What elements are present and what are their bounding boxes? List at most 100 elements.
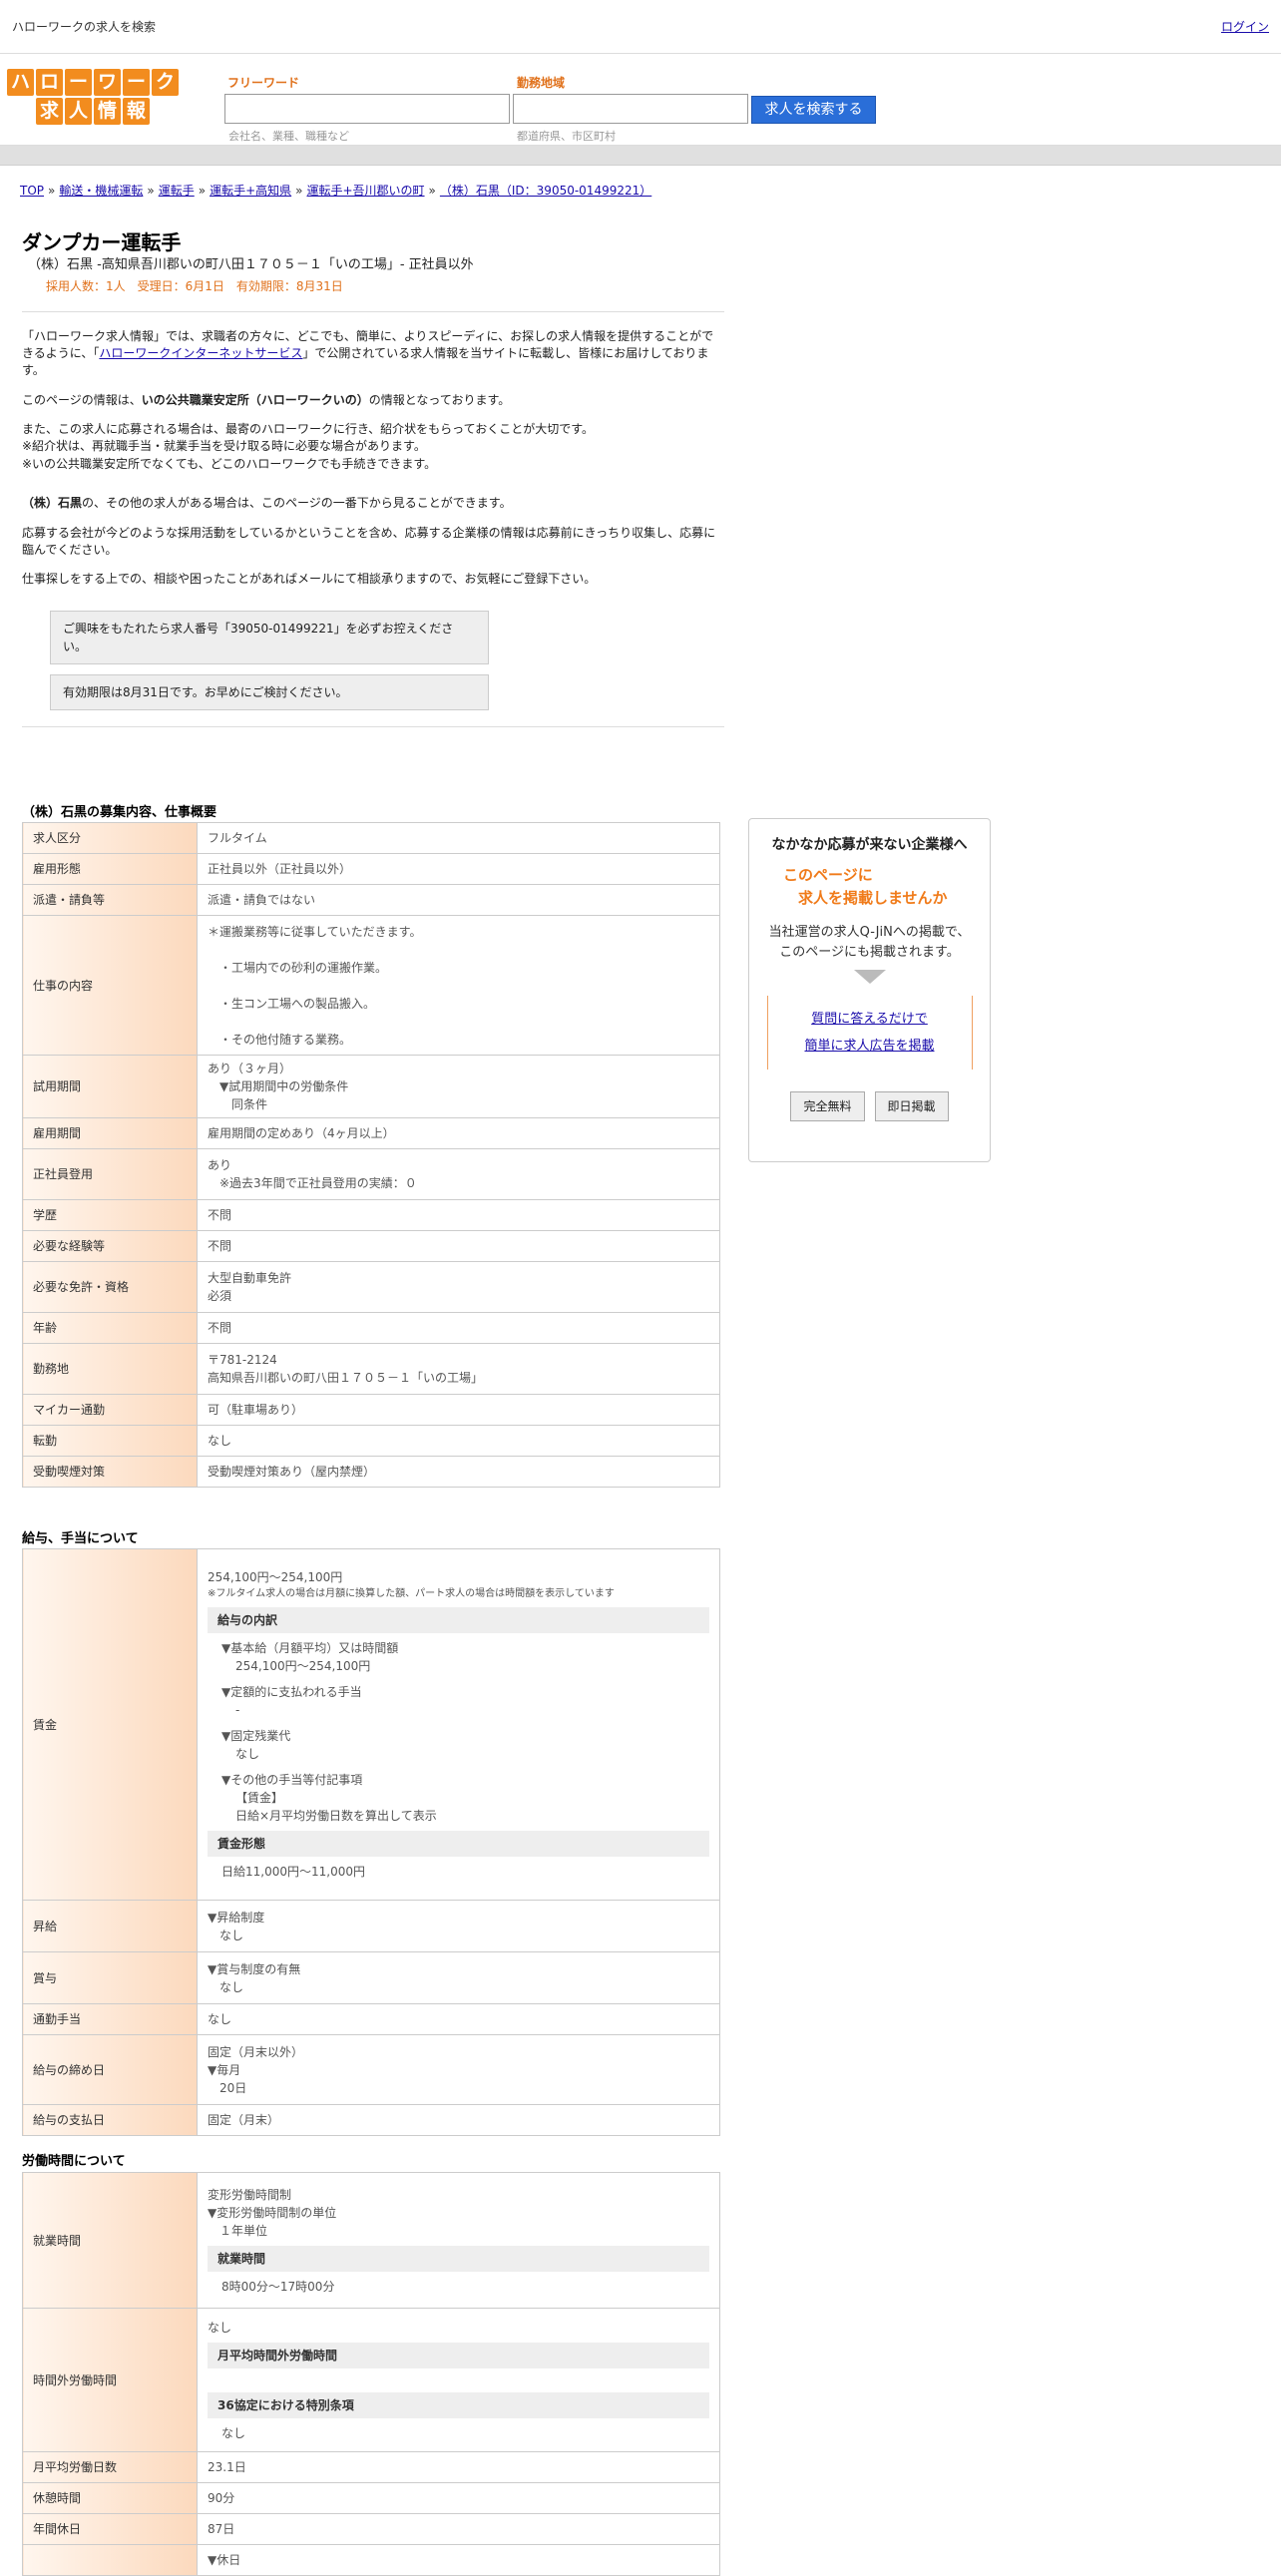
logo-char: ー [65,69,92,96]
notice-box-id: ご興味をもたれたら求人番号「39050-01499221」を必ずお控えください。 [50,610,489,664]
search-header: ハローワーク 求人情報 フリーワード 会社名、業種、職種など 勤務地域 都道府県… [0,54,1281,146]
table-row: 転勤 なし [22,1425,720,1457]
row-key: 派遣・請負等 [22,884,198,916]
free-button[interactable]: 完全無料 [790,1091,865,1121]
row-value: 90分 [197,2482,720,2514]
row-value: ▼昇給制度 なし [197,1900,720,1952]
intro-p6: 仕事探しをする上での、相談や困ったことがあればメールにて相談承りますので、お気軽… [22,572,597,587]
same-day-button[interactable]: 即日掲載 [874,1091,949,1121]
breadcrumb-link[interactable]: TOP [20,184,44,198]
sidebar-cta[interactable]: 質問に答えるだけで 簡単に求人広告を掲載 [766,996,973,1070]
logo-char: ワ [94,69,121,96]
row-value: 固定（月末以外） ▼毎月 20日 [197,2034,720,2105]
row-value: 不問 [197,1199,720,1231]
table-row: 給与の支払日 固定（月末） [22,2104,720,2136]
area-input[interactable] [513,94,748,124]
free-word-placeholder: 会社名、業種、職種など [228,130,349,143]
logo-char: 情 [94,98,121,125]
login-link[interactable]: ログイン [1221,18,1269,36]
sidebar-desc: 当社運営の求人Q-JiNへの掲載で、 このページにも掲載されます。 [768,925,971,960]
intro-p3: また、この求人に応募される場合は、最寄のハローワークに行き、紹介状をもらっておく… [22,422,595,471]
row-key: 必要な免許・資格 [22,1261,198,1313]
row-value: 大型自動車免許 必須 [197,1261,720,1313]
hours-table: 就業時間 変形労働時間制 ▼変形労働時間制の単位 １年単位 就業時間 8時00分… [22,2172,720,2576]
free-word-input[interactable] [224,94,510,124]
logo-char: ー [123,69,150,96]
table-row: 学歴 不問 [22,1199,720,1231]
row-key: 勤務地 [22,1343,198,1395]
area-label: 勤務地域 [517,76,566,90]
table-row: 必要な経験等 不問 [22,1230,720,1262]
work-hours-key: 就業時間 [22,2172,198,2309]
table-row: 派遣・請負等 派遣・請負ではない [22,884,720,916]
row-key: 年間休日 [22,2513,198,2545]
table-row: 雇用期間 雇用期間の定めあり（4ヶ月以上） [22,1117,720,1149]
advertise-sidebar: なかなか応募が来ない企業様へ このページに 求人を掲載しませんか 当社運営の求人… [748,818,991,1162]
table-row: 給与の締め日 固定（月末以外） ▼毎月 20日 [22,2034,720,2105]
row-value: 不問 [197,1312,720,1344]
logo-char: ク [152,69,179,96]
table-row: 年間休日 87日 [22,2513,720,2545]
table-row: 雇用形態 正社員以外（正社員以外） [22,853,720,885]
row-key: 試用期間 [22,1055,198,1118]
row-value: 〒781-2124 高知県吾川郡いの町八田１７０５－１「いの工場」 [197,1343,720,1395]
table-row: 受動喫煙対策 受動喫煙対策あり（屋内禁煙） [22,1456,720,1488]
table-row: 賃金 254,100円〜254,100円 ※フルタイム求人の場合は月額に換算した… [22,1548,720,1901]
table-row: 休憩時間 90分 [22,2482,720,2514]
table-row: 就業時間 変形労働時間制 ▼変形労働時間制の単位 １年単位 就業時間 8時00分… [22,2172,720,2309]
table-row: 求人区分 フルタイム [22,822,720,854]
table-row: 勤務地 〒781-2124 高知県吾川郡いの町八田１７０５－１「いの工場」 [22,1343,720,1395]
breadcrumb-link[interactable]: 運転手+吾川郡いの町 [306,184,424,198]
wage-value: 254,100円〜254,100円 ※フルタイム求人の場合は月額に換算した額、パ… [197,1548,720,1901]
breadcrumb: TOP» 輸送・機械運転» 運転手» 運転手+高知県» 運転手+吾川郡いの町» （株）石黒… [20,184,652,198]
top-bar: ハローワークの求人を検索 ログイン [0,0,1281,54]
row-value: ＊運搬業務等に従事していただきます。 ・工場内での砂利の運搬作業。 ・生コン工場… [197,915,720,1056]
row-key: 転勤 [22,1425,198,1457]
row-key: 学歴 [22,1199,198,1231]
sidebar-heading: なかなか応募が来ない企業様へ [771,837,968,853]
row-key: 給与の締め日 [22,2034,198,2105]
sidebar-link-post[interactable]: 簡単に求人広告を掲載 [768,1037,972,1057]
table-row: 年齢 不問 [22,1312,720,1344]
row-value: 23.1日 [197,2451,720,2483]
breadcrumb-link[interactable]: （株）石黒（ID：39050-01499221） [440,184,651,198]
row-key: 賞与 [22,1951,198,2004]
sidebar-link-answer[interactable]: 質問に答えるだけで [768,1010,972,1030]
row-key: 休憩時間 [22,2482,198,2514]
table-row: 月平均労働日数 23.1日 [22,2451,720,2483]
job-subtitle: （株）石黒 -高知県吾川郡いの町八田１７０５－１「いの工場」- 正社員以外 [28,257,474,272]
section-title-overview: （株）石黒の募集内容、仕事概要 [22,805,217,820]
table-row: 正社員登用 あり ※過去3年間で正社員登用の実績：０ [22,1148,720,1200]
row-value: 派遣・請負ではない [197,884,720,916]
table-row: 仕事の内容 ＊運搬業務等に従事していただきます。 ・工場内での砂利の運搬作業。 ・… [22,915,720,1056]
table-row: 必要な免許・資格 大型自動車免許 必須 [22,1261,720,1313]
hellowork-internet-link[interactable]: ハローワークインターネットサービス [99,346,302,360]
table-row: 試用期間 あり（３ヶ月） ▼試用期間中の労働条件 同条件 [22,1055,720,1118]
overview-table: 求人区分 フルタイム 雇用形態 正社員以外（正社員以外） 派遣・請負等 派遣・請負ではない… [22,822,720,1488]
search-button[interactable]: 求人を検索する [751,96,876,124]
breadcrumb-link[interactable]: 運転手 [159,184,195,198]
hellowork-logo[interactable]: ハローワーク 求人情報 [5,69,181,127]
free-word-label: フリーワード [227,76,300,90]
row-key: 受動喫煙対策 [22,1456,198,1488]
logo-char: ハ [7,69,34,96]
row-key: 給与の支払日 [22,2104,198,2136]
row-key: 雇用期間 [22,1117,198,1149]
overtime-key: 時間外労働時間 [22,2308,198,2452]
row-value: フルタイム [197,822,720,854]
row-key: 正社員登用 [22,1148,198,1200]
row-key: 月平均労働日数 [22,2451,198,2483]
intro-p1: 「ハローワーク求人情報」では、求職者の方々に、どこでも、簡単に、よりスピーディに… [22,328,714,378]
breadcrumb-link[interactable]: 輸送・機械運転 [59,184,143,198]
row-value: 可（駐車場あり） [197,1394,720,1426]
row-key: 通勤手当 [22,2003,198,2035]
row-key: マイカー通勤 [22,1394,198,1426]
row-value: 87日 [197,2513,720,2545]
breadcrumb-link[interactable]: 運転手+高知県 [210,184,291,198]
row-value: なし [197,1425,720,1457]
intro-p4: （株）石黒の、その他の求人がある場合は、このページの一番下から見ることができます… [22,496,512,511]
row-value: 不問 [197,1230,720,1262]
table-row: マイカー通勤 可（駐車場あり） [22,1394,720,1426]
table-row: 賞与 ▼賞与制度の有無 なし [22,1951,720,2004]
row-value: あり（３ヶ月） ▼試用期間中の労働条件 同条件 [197,1055,720,1118]
